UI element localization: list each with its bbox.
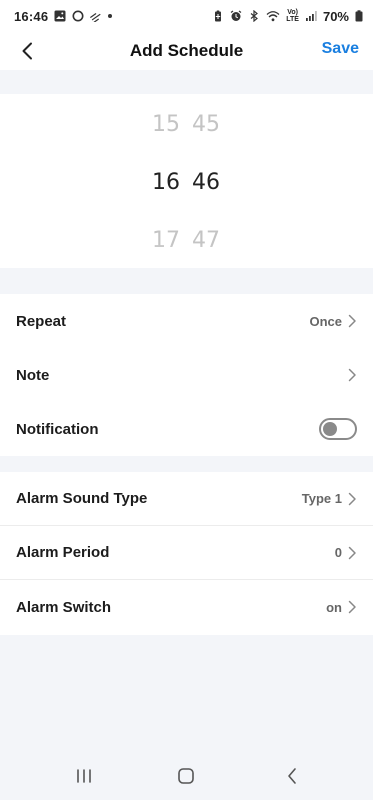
chevron-right-icon xyxy=(348,492,356,505)
recent-apps-button[interactable] xyxy=(72,766,96,786)
app-header: Add Schedule Save xyxy=(0,32,373,70)
alarm-sound-type-value: Type 1 xyxy=(301,491,342,506)
alarm-sound-type-label: Alarm Sound Type xyxy=(16,490,148,507)
minute-prev[interactable]: 45 xyxy=(192,112,232,137)
home-button[interactable] xyxy=(174,766,198,786)
repeat-row[interactable]: Repeat Once xyxy=(0,294,373,348)
alarm-period-label: Alarm Period xyxy=(16,544,110,561)
repeat-value-group: Once xyxy=(309,314,357,329)
gallery-icon xyxy=(54,10,66,22)
back-icon xyxy=(288,768,296,784)
status-time: 16:46 xyxy=(14,8,49,24)
chevron-right-icon xyxy=(348,368,356,382)
note-value-group xyxy=(348,368,357,382)
repeat-value: Once xyxy=(309,313,342,329)
note-label: Note xyxy=(16,366,50,384)
alarm-sound-type-row[interactable]: Alarm Sound Type Type 1 xyxy=(0,472,373,526)
chevron-right-icon xyxy=(348,546,356,559)
notification-label: Notification xyxy=(16,420,99,438)
minute-next[interactable]: 47 xyxy=(192,228,232,253)
alarm-switch-row[interactable]: Alarm Switch on xyxy=(0,580,373,634)
battery-icon xyxy=(355,10,363,22)
repeat-label: Repeat xyxy=(16,312,67,330)
time-picker[interactable]: 15 16 17 45 46 47 xyxy=(0,94,373,268)
toggle-knob xyxy=(323,422,337,436)
hour-wheel[interactable]: 15 16 17 xyxy=(152,94,192,268)
notification-toggle[interactable] xyxy=(319,418,357,440)
alarm-settings-group: Alarm Sound Type Type 1 Alarm Period 0 A… xyxy=(0,472,373,635)
status-bar: 16:46 Vo) LTE 70% xyxy=(0,0,373,32)
alarm-icon xyxy=(230,10,242,21)
minute-selected[interactable]: 46 xyxy=(192,170,232,195)
note-row[interactable]: Note xyxy=(0,348,373,402)
save-button[interactable]: Save xyxy=(322,40,359,58)
recent-apps-icon xyxy=(77,769,91,783)
notification-dot-icon xyxy=(108,14,113,18)
wifi-icon xyxy=(266,11,280,22)
alarm-period-value: 0 xyxy=(334,545,342,560)
signal-icon xyxy=(305,11,317,21)
wind-icon xyxy=(90,13,101,22)
volte-bottom: LTE xyxy=(286,16,299,23)
battery-saver-icon xyxy=(215,10,222,22)
alarm-switch-value: on xyxy=(326,599,342,615)
alarm-switch-label: Alarm Switch xyxy=(16,598,112,616)
alarm-period-row[interactable]: Alarm Period 0 xyxy=(0,526,373,580)
alarm-sound-type-value-group: Type 1 xyxy=(302,491,357,506)
notification-row: Notification xyxy=(0,402,373,456)
hour-selected[interactable]: 16 xyxy=(152,170,192,195)
volte-indicator: Vo) LTE xyxy=(286,9,299,23)
back-button[interactable] xyxy=(14,38,40,64)
battery-percent: 70% xyxy=(322,8,349,24)
page-title: Add Schedule xyxy=(129,41,244,60)
ring-icon xyxy=(72,10,84,22)
home-icon xyxy=(178,768,194,784)
volte-top: Vo) xyxy=(287,9,298,16)
nav-back-button[interactable] xyxy=(280,766,304,786)
chevron-left-icon xyxy=(22,42,32,60)
hour-next[interactable]: 17 xyxy=(152,228,192,253)
hour-prev[interactable]: 15 xyxy=(152,112,192,137)
alarm-period-value-group: 0 xyxy=(335,545,357,560)
status-left: 16:46 xyxy=(14,8,113,24)
bluetooth-icon xyxy=(250,10,259,22)
alarm-switch-value-group: on xyxy=(326,600,357,615)
status-right: Vo) LTE 70% xyxy=(212,9,363,24)
chevron-right-icon xyxy=(348,600,356,614)
minute-wheel[interactable]: 45 46 47 xyxy=(192,94,232,268)
system-nav-bar xyxy=(0,752,373,800)
chevron-right-icon xyxy=(348,314,356,328)
schedule-settings-group: Repeat Once Note Notification xyxy=(0,294,373,456)
